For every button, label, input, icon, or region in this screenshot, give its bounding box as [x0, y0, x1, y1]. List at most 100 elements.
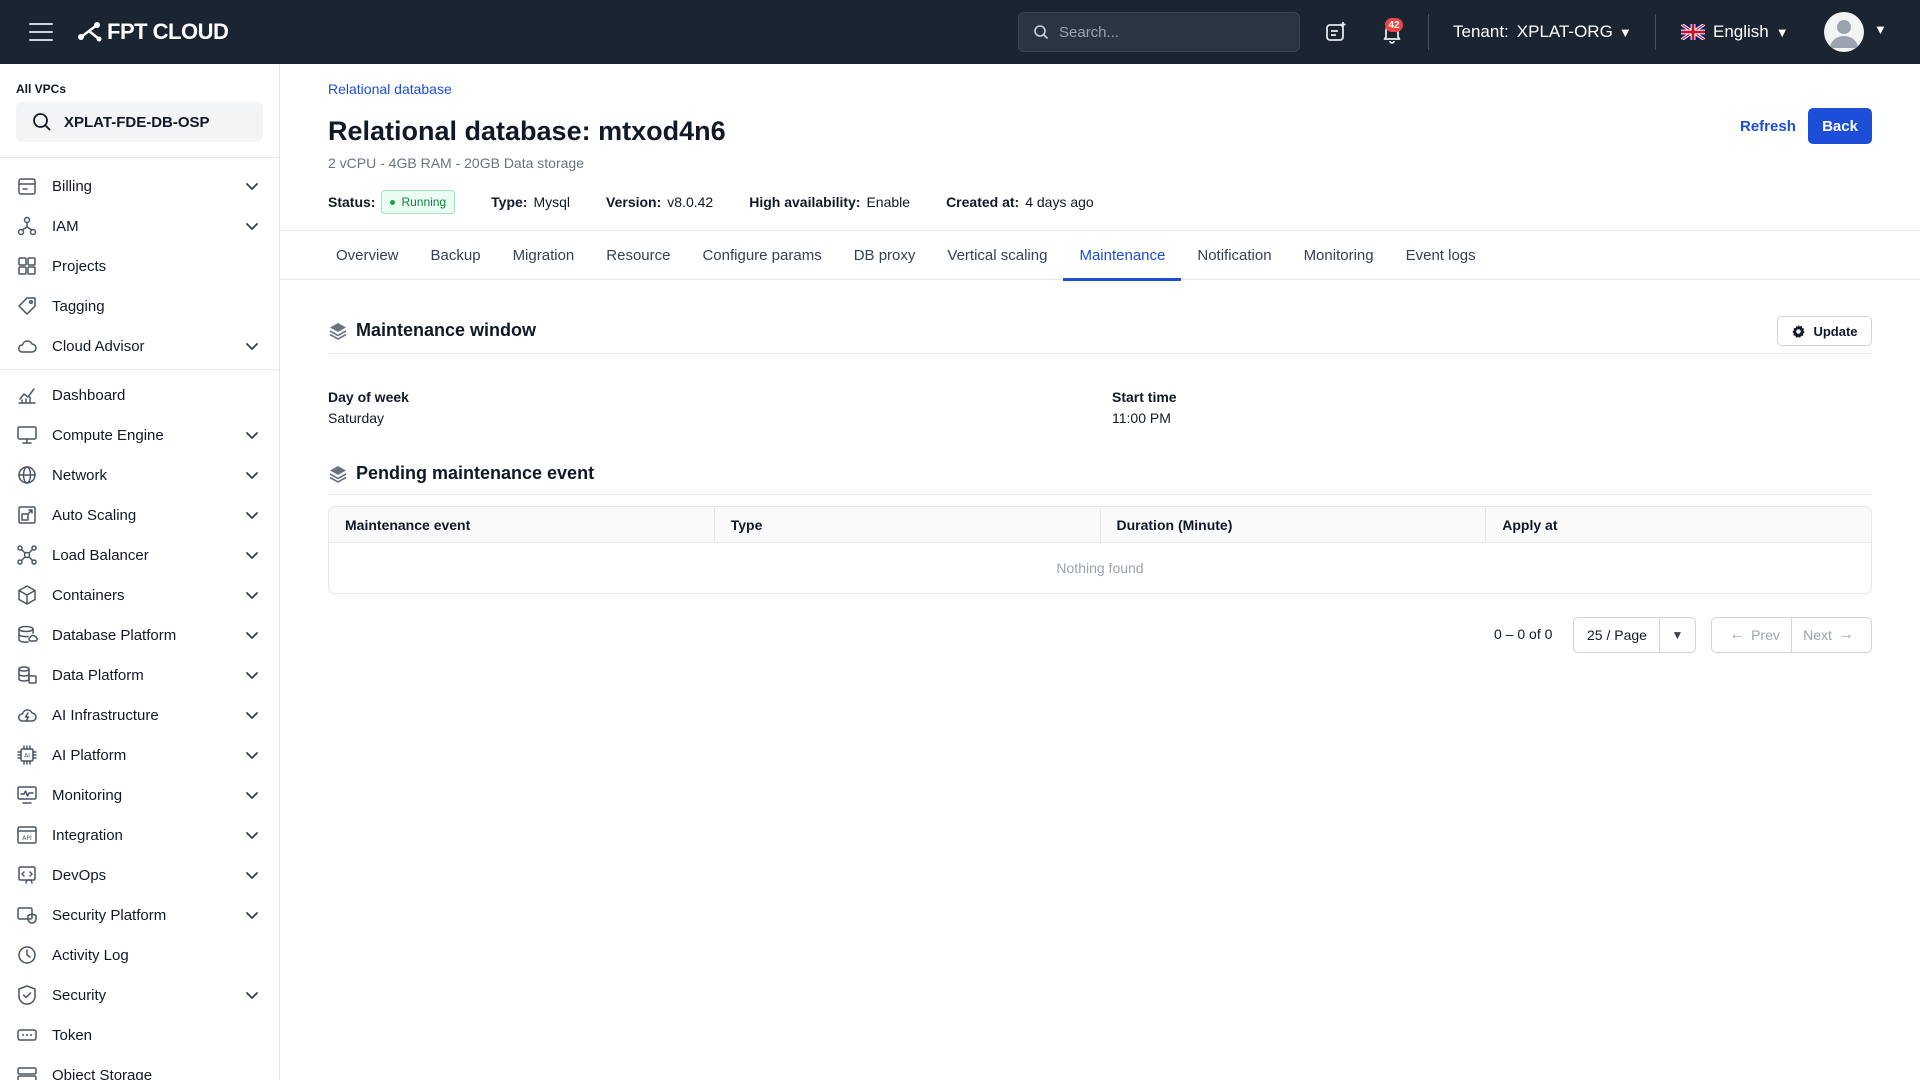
- tab-resource[interactable]: Resource: [590, 231, 686, 280]
- tab-vertical-scaling[interactable]: Vertical scaling: [931, 231, 1063, 280]
- caret-down-icon: ▼: [1671, 628, 1684, 642]
- brand-name: FPT CLOUD: [107, 19, 229, 44]
- sidebar-item-dashboard[interactable]: Dashboard: [0, 375, 279, 415]
- sidebar-item-token[interactable]: Token: [0, 1015, 279, 1055]
- chevron-down-icon[interactable]: [244, 987, 260, 1003]
- tab-migration[interactable]: Migration: [497, 231, 591, 280]
- chevron-down-icon[interactable]: [244, 427, 260, 443]
- divider: [1428, 14, 1429, 50]
- sidebar-item-label: DevOps: [52, 866, 107, 884]
- iam-icon: [16, 215, 38, 237]
- support-ticket-icon[interactable]: [1324, 20, 1348, 44]
- tenant-selector[interactable]: Tenant: XPLAT-ORG ▼: [1453, 0, 1632, 64]
- caret-down-icon: ▼: [1618, 24, 1632, 40]
- chevron-down-icon[interactable]: [244, 587, 260, 603]
- sidebar-item-label: IAM: [52, 217, 79, 235]
- sidebar-item-auto-scaling[interactable]: Auto Scaling: [0, 495, 279, 535]
- tab-event-logs[interactable]: Event logs: [1390, 231, 1492, 280]
- sidebar-item-database-platform[interactable]: Database Platform: [0, 615, 279, 655]
- sidebar-item-security[interactable]: Security: [0, 975, 279, 1015]
- status-value: Running: [401, 195, 447, 209]
- chevron-down-icon[interactable]: [244, 467, 260, 483]
- chevron-down-icon[interactable]: [244, 178, 260, 194]
- chevron-down-icon[interactable]: [244, 507, 260, 523]
- sidebar-item-object-storage[interactable]: Object Storage: [0, 1055, 279, 1080]
- logo-mark-icon: [78, 22, 102, 42]
- sidebar-item-load-balancer[interactable]: Load Balancer: [0, 535, 279, 575]
- globe-icon: [16, 464, 38, 486]
- chevron-down-icon[interactable]: [244, 627, 260, 643]
- sidebar-item-ai-infrastructure[interactable]: AI Infrastructure: [0, 695, 279, 735]
- notification-badge: 42: [1385, 18, 1403, 32]
- user-icon: [1830, 20, 1858, 48]
- chevron-down-icon[interactable]: [244, 827, 260, 843]
- brand-logo[interactable]: FPT CLOUD: [77, 19, 229, 45]
- prev-button[interactable]: ← Prev: [1712, 618, 1792, 652]
- sidebar-item-data-platform[interactable]: Data Platform: [0, 655, 279, 695]
- menu-icon[interactable]: [29, 23, 53, 41]
- main-content: Relational database Relational database:…: [280, 64, 1920, 1080]
- sidebar-item-ai-platform[interactable]: AI AI Platform: [0, 735, 279, 775]
- sidebar-item-label: Dashboard: [52, 386, 126, 404]
- sidebar-item-label: Data Platform: [52, 666, 144, 684]
- sidebar-item-integration[interactable]: API Integration: [0, 815, 279, 855]
- monitoring-icon: [16, 784, 38, 806]
- refresh-button[interactable]: Refresh: [1728, 108, 1808, 144]
- sidebar-item-devops[interactable]: DevOps: [0, 855, 279, 895]
- language-selector[interactable]: English ▼: [1681, 0, 1789, 64]
- sidebar-item-label: Network: [52, 466, 108, 484]
- sidebar-item-monitoring[interactable]: Monitoring: [0, 775, 279, 815]
- divider: [1655, 14, 1656, 50]
- tab-notification[interactable]: Notification: [1181, 231, 1287, 280]
- back-button[interactable]: Back: [1808, 108, 1872, 144]
- sidebar-item-projects[interactable]: Projects: [0, 246, 279, 286]
- instance-spec: 2 vCPU - 4GB RAM - 20GB Data storage: [328, 155, 584, 171]
- empty-state: Nothing found: [1056, 560, 1144, 576]
- page-size-select[interactable]: 25 / Page ▼: [1573, 617, 1696, 653]
- chevron-down-icon[interactable]: [244, 707, 260, 723]
- maintenance-window-header: Maintenance window: [328, 320, 536, 341]
- sidebar-item-tagging[interactable]: Tagging: [0, 286, 279, 326]
- chevron-down-icon[interactable]: [244, 747, 260, 763]
- next-button[interactable]: Next →: [1792, 618, 1871, 652]
- sidebar-item-iam[interactable]: IAM: [0, 206, 279, 246]
- user-menu-caret-icon[interactable]: ▼: [1874, 22, 1887, 37]
- chevron-down-icon[interactable]: [244, 867, 260, 883]
- chevron-down-icon[interactable]: [244, 787, 260, 803]
- start-time-label: Start time: [1112, 389, 1177, 405]
- update-button[interactable]: Update: [1777, 316, 1872, 346]
- tab-monitoring[interactable]: Monitoring: [1288, 231, 1390, 280]
- tab-overview[interactable]: Overview: [320, 231, 415, 280]
- sidebar-item-label: Object Storage: [52, 1066, 153, 1080]
- tab-configure-params[interactable]: Configure params: [686, 231, 837, 280]
- chevron-down-icon[interactable]: [244, 218, 260, 234]
- tab-db-proxy[interactable]: DB proxy: [838, 231, 932, 280]
- breadcrumb-link[interactable]: Relational database: [328, 81, 452, 97]
- tag-icon: [16, 295, 38, 317]
- sidebar-item-label: Projects: [52, 257, 107, 275]
- chevron-down-icon[interactable]: [244, 667, 260, 683]
- user-avatar[interactable]: [1824, 12, 1864, 52]
- sidebar-item-label: Auto Scaling: [52, 506, 137, 524]
- sidebar-item-compute-engine[interactable]: Compute Engine: [0, 415, 279, 455]
- type-label: Type:: [491, 194, 528, 210]
- chevron-down-icon[interactable]: [244, 907, 260, 923]
- sidebar-item-cloud-advisor[interactable]: Cloud Advisor: [0, 326, 279, 366]
- sidebar-item-billing[interactable]: Billing: [0, 166, 279, 206]
- sidebar-item-containers[interactable]: Containers: [0, 575, 279, 615]
- created-label: Created at:: [946, 194, 1020, 210]
- sidebar-item-activity-log[interactable]: Activity Log: [0, 935, 279, 975]
- sidebar-item-security-platform[interactable]: Security Platform: [0, 895, 279, 935]
- vpc-selector[interactable]: XPLAT-FDE-DB-OSP: [16, 102, 263, 142]
- search-input[interactable]: [1059, 23, 1289, 41]
- tab-maintenance[interactable]: Maintenance: [1063, 231, 1182, 281]
- sidebar-item-label: Integration: [52, 826, 123, 844]
- global-search[interactable]: [1018, 12, 1300, 52]
- tenant-label: Tenant:: [1453, 22, 1509, 41]
- uk-flag-icon: [1681, 24, 1705, 40]
- type-value: Mysql: [533, 194, 571, 210]
- chevron-down-icon[interactable]: [244, 338, 260, 354]
- chevron-down-icon[interactable]: [244, 547, 260, 563]
- tab-backup[interactable]: Backup: [415, 231, 497, 280]
- sidebar-item-network[interactable]: Network: [0, 455, 279, 495]
